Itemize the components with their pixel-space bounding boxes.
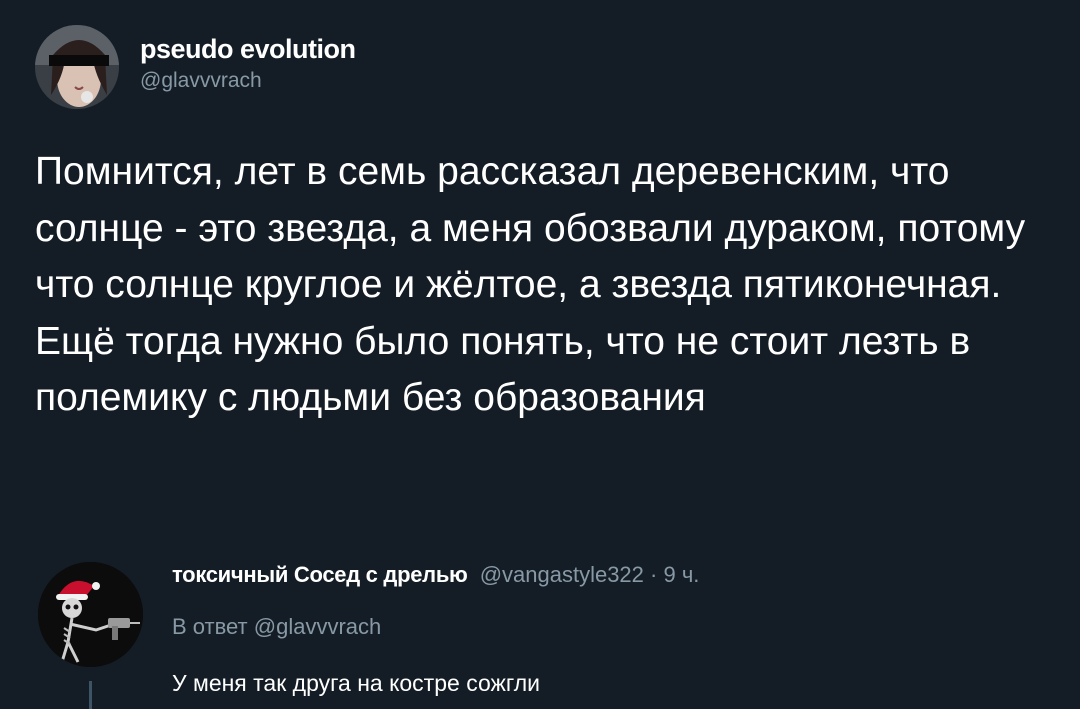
author-display-name[interactable]: pseudo evolution (140, 33, 356, 65)
tweet-header: pseudo evolution @glavvvrach (35, 25, 356, 109)
reply-avatar-image (38, 562, 143, 667)
reply-timestamp[interactable]: 9 ч. (663, 562, 699, 587)
reply-meta-separator: · (643, 562, 664, 587)
author-avatar[interactable] (35, 25, 119, 109)
reply-author-avatar[interactable] (38, 562, 143, 667)
reply-to-prefix: В ответ (172, 614, 254, 639)
author-avatar-image (35, 25, 119, 109)
reply-text: У меня так друга на костре сожгли (172, 670, 541, 696)
tweet-author: pseudo evolution @glavvvrach (140, 33, 356, 94)
reply-to-line: В ответ @glavvvrach (172, 612, 381, 642)
tweet-screenshot: pseudo evolution @glavvvrach Помнится, л… (0, 0, 1080, 709)
reply-author-name[interactable]: токсичный Сосед с дрелью (172, 562, 468, 587)
author-handle[interactable]: @glavvvrach (140, 68, 356, 94)
tweet-text: Помнится, лет в семь рассказал деревенск… (35, 150, 1026, 419)
reply-author-handle[interactable]: @vangastyle322 (480, 562, 644, 587)
thread-line (89, 681, 92, 709)
reply-to-handle[interactable]: @glavvvrach (254, 614, 382, 639)
reply-header: токсичный Сосед с дрелью @vangastyle322 … (172, 560, 699, 590)
